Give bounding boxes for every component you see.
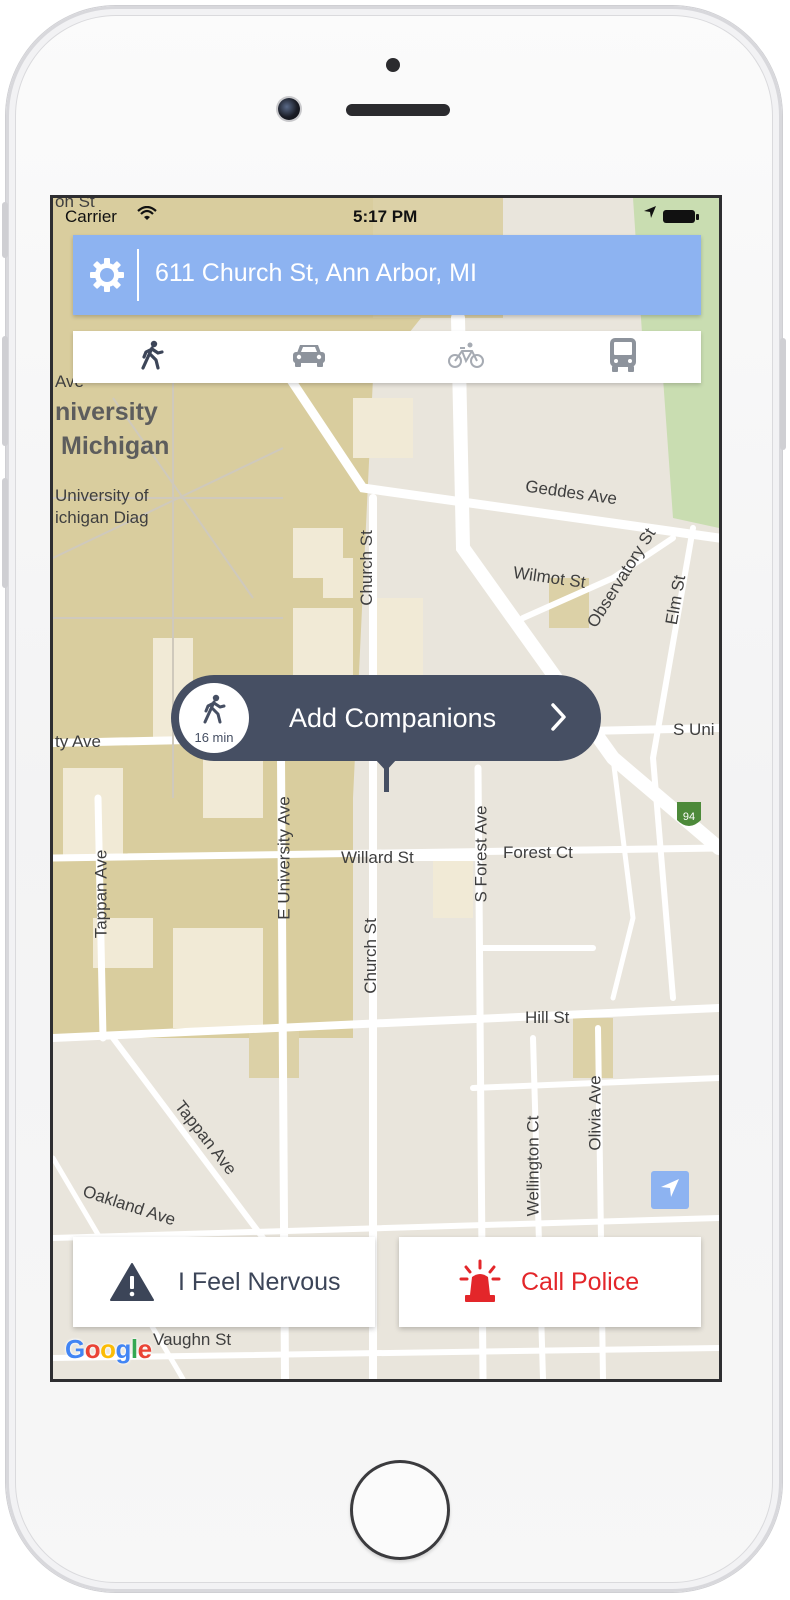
map-label-vaughn: Vaughn St: [153, 1330, 232, 1349]
battery-icon: [663, 210, 699, 223]
map-label-s-uni: S Uni: [673, 720, 715, 739]
call-police-label: Call Police: [521, 1268, 640, 1296]
power-button: [780, 338, 786, 450]
feel-nervous-button[interactable]: I Feel Nervous: [73, 1237, 375, 1327]
highway-label: 94: [683, 811, 695, 823]
locate-me-button[interactable]: [651, 1171, 689, 1209]
google-logo: Google: [65, 1334, 152, 1364]
bus-icon: [608, 337, 638, 378]
eta-text: 16 min: [194, 730, 234, 745]
mode-tab-car[interactable]: [230, 331, 387, 383]
add-companions-label: Add Companions: [289, 703, 497, 733]
map-label-e-university: E University Ave: [274, 796, 294, 920]
map-label-forest-ct: Forest Ct: [503, 843, 573, 862]
feel-nervous-label: I Feel Nervous: [178, 1268, 341, 1296]
siren-icon: [459, 1259, 501, 1310]
earpiece-speaker: [346, 104, 450, 116]
map-pin: [384, 759, 389, 792]
destination-bar: 611 Church St, Ann Arbor, MI: [73, 235, 701, 315]
walking-icon: [140, 340, 164, 375]
call-police-button[interactable]: Call Police: [399, 1237, 701, 1327]
walking-icon: [202, 693, 226, 730]
map-label-university-1: niversity: [55, 398, 158, 426]
map-label-willard: Willard St: [341, 848, 414, 867]
mute-switch: [2, 202, 8, 258]
map-label-tappan-left: Tappan Ave: [91, 849, 111, 939]
wifi-icon: [137, 205, 157, 226]
map-label-ty-ave: ty Ave: [55, 732, 101, 751]
status-time: 5:17 PM: [353, 207, 418, 226]
map-label-university-2: Michigan: [61, 432, 170, 460]
home-button[interactable]: [350, 1460, 450, 1560]
warning-icon: [109, 1262, 155, 1307]
chevron-right-icon: [549, 701, 569, 738]
location-arrow-icon: [643, 205, 657, 222]
car-icon: [291, 341, 327, 374]
front-camera: [278, 98, 300, 120]
mode-tab-bus[interactable]: [544, 331, 701, 383]
map-label-olivia: Olivia Ave: [585, 1075, 605, 1151]
gear-icon[interactable]: [87, 255, 127, 295]
bicycle-icon: [447, 341, 484, 374]
volume-down-button: [2, 478, 8, 588]
map-label-hill: Hill St: [525, 1008, 570, 1027]
navigation-arrow-icon: [659, 1177, 681, 1204]
mode-tab-bike[interactable]: [387, 331, 544, 383]
map-label-church-bottom: Church St: [360, 918, 380, 994]
map-label-diag-2: ichigan Diag: [55, 508, 149, 527]
proximity-sensor: [386, 58, 400, 72]
status-bar: Carrier 5:17 PM: [53, 198, 719, 234]
map-label-church-top: Church St: [356, 530, 376, 606]
eta-badge: 16 min: [179, 683, 249, 753]
volume-up-button: [2, 336, 8, 446]
add-companions-button[interactable]: 16 min Add Companions: [171, 675, 601, 761]
map-label-s-forest: S Forest Ave: [471, 805, 491, 903]
mode-tab-walk[interactable]: [73, 331, 230, 383]
search-divider: [137, 249, 139, 301]
destination-address[interactable]: 611 Church St, Ann Arbor, MI: [155, 259, 477, 288]
carrier-name: Carrier: [65, 207, 117, 226]
map-label-diag-1: University of: [55, 486, 149, 505]
travel-mode-bar: [73, 331, 701, 383]
map-label-wellington: Wellington Ct: [523, 1115, 543, 1217]
app-screen: 94 niversity Michigan University of ichi…: [50, 195, 722, 1382]
